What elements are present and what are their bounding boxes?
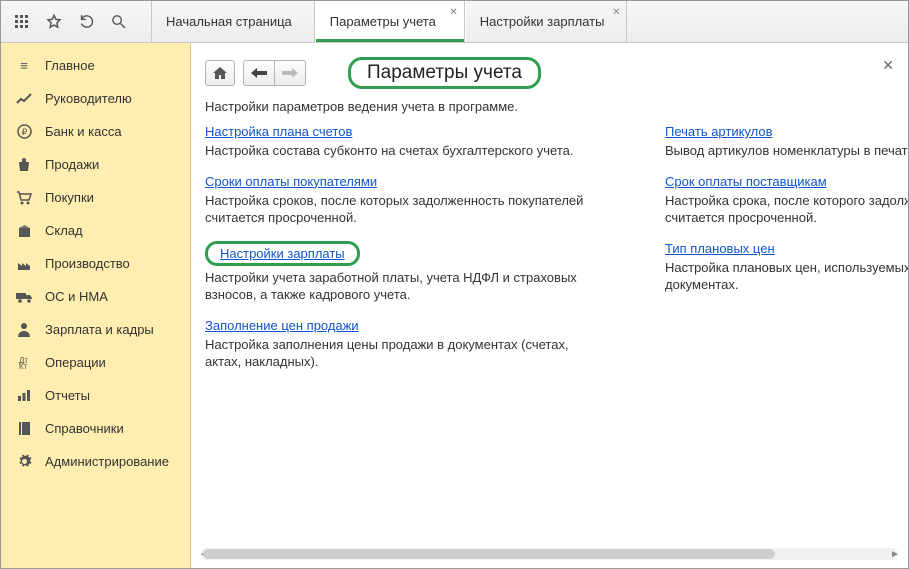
ops-icon: ДтКт xyxy=(15,356,33,370)
section-plan-prices: Тип плановых цен Настройка плановых цен,… xyxy=(665,241,908,294)
link-plan-price-type[interactable]: Тип плановых цен xyxy=(665,241,775,256)
sidebar-item-purchases[interactable]: Покупки xyxy=(1,181,190,214)
link-supplier-payment-terms[interactable]: Срок оплаты поставщикам xyxy=(665,174,827,189)
left-column: Настройка плана счетов Настройка состава… xyxy=(205,124,605,385)
tab-label: Настройки зарплаты xyxy=(480,14,605,29)
tab-home[interactable]: Начальная страница xyxy=(151,1,315,42)
desc: Настройка состава субконто на счетах бух… xyxy=(205,142,605,160)
section-sales-prices: Заполнение цен продажи Настройка заполне… xyxy=(205,318,605,371)
bag-icon xyxy=(15,157,33,172)
sidebar-item-label: Производство xyxy=(45,256,130,271)
section-supplier-terms: Срок оплаты поставщикам Настройка срока,… xyxy=(665,174,908,227)
sidebar-item-production[interactable]: Производство xyxy=(1,247,190,280)
tab-accounting-params[interactable]: Параметры учета ✕ xyxy=(315,1,465,42)
home-button[interactable] xyxy=(205,60,235,86)
link-chart-of-accounts[interactable]: Настройка плана счетов xyxy=(205,124,352,139)
desc: Настройка сроков, после которых задолжен… xyxy=(205,192,605,227)
sidebar: ≡ Главное Руководителю ₽ Банк и касса Прод… xyxy=(1,43,191,568)
link-print-sku[interactable]: Печать артикулов xyxy=(665,124,773,139)
sidebar-item-salary[interactable]: Зарплата и кадры xyxy=(1,313,190,346)
sidebar-item-label: Продажи xyxy=(45,157,99,172)
link-salary-settings[interactable]: Настройки зарплаты xyxy=(205,241,360,266)
close-icon[interactable]: ✕ xyxy=(612,7,620,18)
scroll-right-icon[interactable]: ► xyxy=(890,548,900,560)
sidebar-item-label: Склад xyxy=(45,223,83,238)
horizontal-scrollbar[interactable]: ◄ ► xyxy=(201,548,898,560)
ruble-icon: ₽ xyxy=(15,124,33,139)
sidebar-item-label: Руководителю xyxy=(45,91,132,106)
desc: Настройка плановых цен, используемых в п… xyxy=(665,259,908,294)
sidebar-item-admin[interactable]: Администрирование xyxy=(1,445,190,478)
sidebar-item-label: Зарплата и кадры xyxy=(45,322,154,337)
sidebar-item-label: Главное xyxy=(45,58,95,73)
sidebar-item-label: Покупки xyxy=(45,190,94,205)
factory-icon xyxy=(15,257,33,271)
tab-label: Параметры учета xyxy=(330,14,436,29)
page-intro: Настройки параметров ведения учета в про… xyxy=(205,99,908,114)
svg-text:₽: ₽ xyxy=(21,127,27,137)
trend-icon xyxy=(15,93,33,105)
section-plan: Настройка плана счетов Настройка состава… xyxy=(205,124,605,160)
sidebar-item-reports[interactable]: Отчеты xyxy=(1,379,190,412)
section-print-sku: Печать артикулов Вывод артикулов номенкл… xyxy=(665,124,908,160)
svg-text:Кт: Кт xyxy=(19,362,28,370)
history-icon[interactable] xyxy=(77,13,95,31)
right-column: Печать артикулов Вывод артикулов номенкл… xyxy=(665,124,908,385)
section-customer-terms: Сроки оплаты покупателями Настройка срок… xyxy=(205,174,605,227)
apps-icon[interactable] xyxy=(13,13,31,31)
sidebar-item-label: Операции xyxy=(45,355,106,370)
section-salary-settings: Настройки зарплаты Настройки учета зараб… xyxy=(205,241,605,304)
desc: Настройка заполнения цены продажи в доку… xyxy=(205,336,605,371)
topbar-tools xyxy=(1,1,151,42)
tab-salary-settings[interactable]: Настройки зарплаты ✕ xyxy=(465,1,628,42)
gear-icon xyxy=(15,454,33,469)
truck-icon xyxy=(15,291,33,303)
toolbar: Параметры учета xyxy=(205,57,908,89)
sidebar-item-label: Справочники xyxy=(45,421,124,436)
scrollbar-thumb[interactable] xyxy=(203,549,775,559)
sidebar-item-label: Администрирование xyxy=(45,454,169,469)
desc: Настройки учета заработной платы, учета … xyxy=(205,269,605,304)
sidebar-item-warehouse[interactable]: Склад xyxy=(1,214,190,247)
cart-icon xyxy=(15,191,33,205)
tabs: Начальная страница Параметры учета ✕ Нас… xyxy=(151,1,627,42)
back-button[interactable] xyxy=(243,60,274,86)
sidebar-item-label: Отчеты xyxy=(45,388,90,403)
nav-buttons xyxy=(243,60,306,86)
sidebar-item-assets[interactable]: ОС и НМА xyxy=(1,280,190,313)
close-icon[interactable]: ✕ xyxy=(449,7,457,18)
tab-label: Начальная страница xyxy=(166,14,292,29)
link-customer-payment-terms[interactable]: Сроки оплаты покупателями xyxy=(205,174,377,189)
link-fill-sales-prices[interactable]: Заполнение цен продажи xyxy=(205,318,359,333)
sidebar-item-main[interactable]: ≡ Главное xyxy=(1,49,190,82)
star-icon[interactable] xyxy=(45,13,63,31)
content: ✕ Параметры учета Настройки параметров в… xyxy=(191,43,908,568)
sidebar-item-references[interactable]: Справочники xyxy=(1,412,190,445)
person-icon xyxy=(15,322,33,337)
sidebar-item-sales[interactable]: Продажи xyxy=(1,148,190,181)
close-page-button[interactable]: ✕ xyxy=(882,57,894,74)
sidebar-item-label: ОС и НМА xyxy=(45,289,108,304)
sidebar-item-operations[interactable]: ДтКт Операции xyxy=(1,346,190,379)
sidebar-item-manager[interactable]: Руководителю xyxy=(1,82,190,115)
forward-button[interactable] xyxy=(274,60,306,86)
menu-icon: ≡ xyxy=(15,58,33,73)
book-icon xyxy=(15,421,33,436)
box-icon xyxy=(15,224,33,238)
sidebar-item-bank[interactable]: ₽ Банк и касса xyxy=(1,115,190,148)
desc: Настройка срока, после которого задолжен… xyxy=(665,192,908,227)
search-icon[interactable] xyxy=(109,13,127,31)
sidebar-item-label: Банк и касса xyxy=(45,124,122,139)
chart-icon xyxy=(15,389,33,402)
page-title: Параметры учета xyxy=(348,57,541,89)
topbar: Начальная страница Параметры учета ✕ Нас… xyxy=(1,1,908,43)
desc: Вывод артикулов номенклатуры в печатных xyxy=(665,142,908,160)
